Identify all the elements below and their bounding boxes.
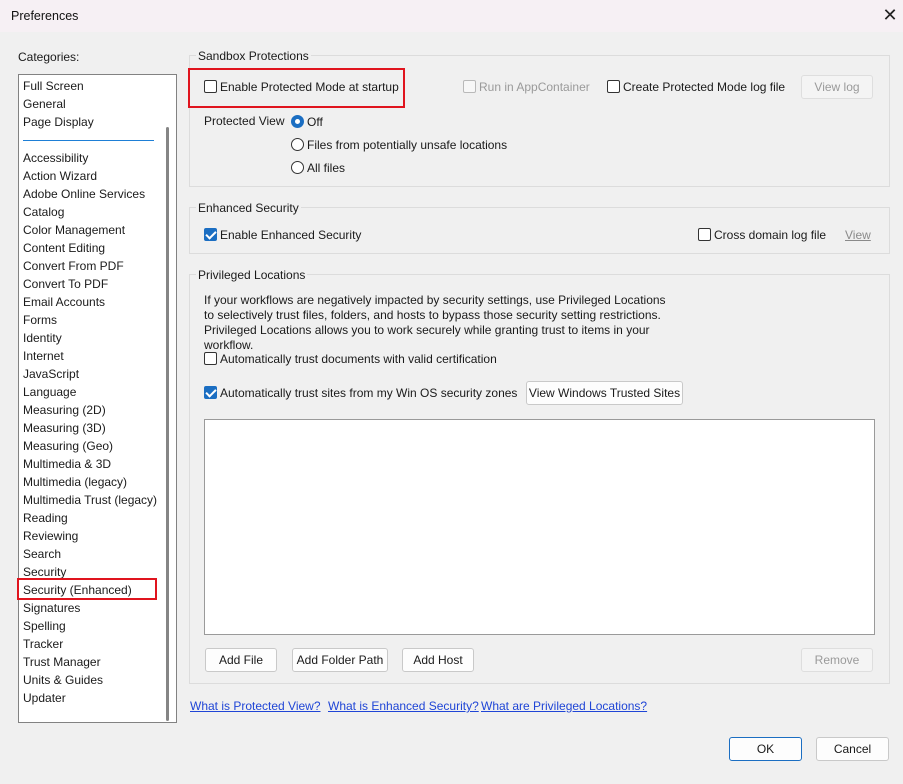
add-host-button[interactable]: Add Host: [402, 648, 474, 672]
category-item-updater[interactable]: Updater: [23, 689, 66, 707]
category-item-general[interactable]: General: [23, 95, 66, 113]
category-item-adobe-online-services[interactable]: Adobe Online Services: [23, 185, 145, 203]
categories-label: Categories:: [18, 50, 80, 64]
enable-protected-mode-checkbox[interactable]: [204, 80, 217, 93]
category-item-tracker[interactable]: Tracker: [23, 635, 63, 653]
add-folder-path-button[interactable]: Add Folder Path: [292, 648, 388, 672]
category-item-language[interactable]: Language: [23, 383, 76, 401]
category-item-convert-to-pdf[interactable]: Convert To PDF: [23, 275, 108, 293]
protected-view-all-radio[interactable]: [291, 161, 304, 174]
category-item-security-enhanced[interactable]: Security (Enhanced): [23, 581, 132, 599]
title-bar: [0, 0, 903, 32]
category-item-measuring-2d[interactable]: Measuring (2D): [23, 401, 106, 419]
trust-os-zones-label[interactable]: Automatically trust sites from my Win OS…: [220, 385, 517, 401]
trust-certified-label[interactable]: Automatically trust documents with valid…: [220, 351, 497, 367]
category-item-internet[interactable]: Internet: [23, 347, 64, 365]
create-log-checkbox[interactable]: [607, 80, 620, 93]
category-item-forms[interactable]: Forms: [23, 311, 57, 329]
add-file-button[interactable]: Add File: [205, 648, 277, 672]
view-windows-trusted-sites-button[interactable]: View Windows Trusted Sites: [526, 381, 683, 405]
category-item-multimedia-3d[interactable]: Multimedia & 3D: [23, 455, 111, 473]
category-item-identity[interactable]: Identity: [23, 329, 62, 347]
category-item-measuring-geo[interactable]: Measuring (Geo): [23, 437, 113, 455]
categories-scrollbar[interactable]: [166, 127, 169, 721]
enable-enhanced-security-checkbox[interactable]: [204, 228, 217, 241]
what-are-privileged-locations-link[interactable]: What are Privileged Locations?: [481, 699, 647, 713]
enable-enhanced-security-label[interactable]: Enable Enhanced Security: [220, 227, 361, 243]
protected-view-off-radio[interactable]: [291, 115, 304, 128]
enhanced-security-title: Enhanced Security: [196, 201, 301, 215]
category-item-javascript[interactable]: JavaScript: [23, 365, 79, 383]
category-item-reading[interactable]: Reading: [23, 509, 68, 527]
privileged-locations-description: If your workflows are negatively impacte…: [204, 293, 666, 352]
category-item-signatures[interactable]: Signatures: [23, 599, 80, 617]
category-item-email-accounts[interactable]: Email Accounts: [23, 293, 105, 311]
close-icon[interactable]: ✕: [880, 5, 900, 25]
window-title: Preferences: [11, 9, 79, 23]
protected-view-label: Protected View: [204, 114, 285, 128]
category-item-color-management[interactable]: Color Management: [23, 221, 125, 239]
category-item-multimedia-legacy[interactable]: Multimedia (legacy): [23, 473, 127, 491]
protected-view-unsafe-label[interactable]: Files from potentially unsafe locations: [307, 137, 507, 153]
enable-protected-mode-label[interactable]: Enable Protected Mode at startup: [220, 79, 399, 95]
what-is-enhanced-security-link[interactable]: What is Enhanced Security?: [328, 699, 479, 713]
protected-view-unsafe-radio[interactable]: [291, 138, 304, 151]
protected-view-all-label[interactable]: All files: [307, 160, 345, 176]
create-log-label[interactable]: Create Protected Mode log file: [623, 79, 785, 95]
category-item-multimedia-trust-legacy[interactable]: Multimedia Trust (legacy): [23, 491, 157, 509]
categories-list[interactable]: Full Screen General Page Display Accessibil…: [18, 74, 177, 723]
category-item-search[interactable]: Search: [23, 545, 61, 563]
ok-button[interactable]: OK: [729, 737, 802, 761]
run-in-appcontainer-label[interactable]: Run in AppContainer: [479, 79, 590, 95]
category-item-measuring-3d[interactable]: Measuring (3D): [23, 419, 106, 437]
category-item-spelling[interactable]: Spelling: [23, 617, 66, 635]
category-item-reviewing[interactable]: Reviewing: [23, 527, 78, 545]
category-item-page-display[interactable]: Page Display: [23, 113, 94, 131]
cancel-button[interactable]: Cancel: [816, 737, 889, 761]
category-item-content-editing[interactable]: Content Editing: [23, 239, 105, 257]
category-item-catalog[interactable]: Catalog: [23, 203, 64, 221]
category-item-accessibility[interactable]: Accessibility: [23, 149, 88, 167]
category-item-units-guides[interactable]: Units & Guides: [23, 671, 103, 689]
category-item-action-wizard[interactable]: Action Wizard: [23, 167, 97, 185]
remove-button[interactable]: Remove: [801, 648, 873, 672]
category-item-security[interactable]: Security: [23, 563, 66, 581]
trust-certified-checkbox[interactable]: [204, 352, 217, 365]
what-is-protected-view-link[interactable]: What is Protected View?: [190, 699, 321, 713]
run-in-appcontainer-checkbox[interactable]: [463, 80, 476, 93]
cross-domain-log-checkbox[interactable]: [698, 228, 711, 241]
trust-os-zones-checkbox[interactable]: [204, 386, 217, 399]
category-item-trust-manager[interactable]: Trust Manager: [23, 653, 101, 671]
privileged-locations-list[interactable]: [204, 419, 875, 635]
view-log-button[interactable]: View log: [801, 75, 873, 99]
category-item-convert-from-pdf[interactable]: Convert From PDF: [23, 257, 124, 275]
cross-domain-log-label[interactable]: Cross domain log file: [714, 227, 826, 243]
view-link[interactable]: View: [845, 228, 871, 242]
categories-divider: [23, 140, 154, 141]
sandbox-protections-title: Sandbox Protections: [196, 49, 311, 63]
protected-view-off-label[interactable]: Off: [307, 114, 323, 130]
privileged-locations-title: Privileged Locations: [196, 268, 308, 282]
category-item-full-screen[interactable]: Full Screen: [23, 77, 84, 95]
